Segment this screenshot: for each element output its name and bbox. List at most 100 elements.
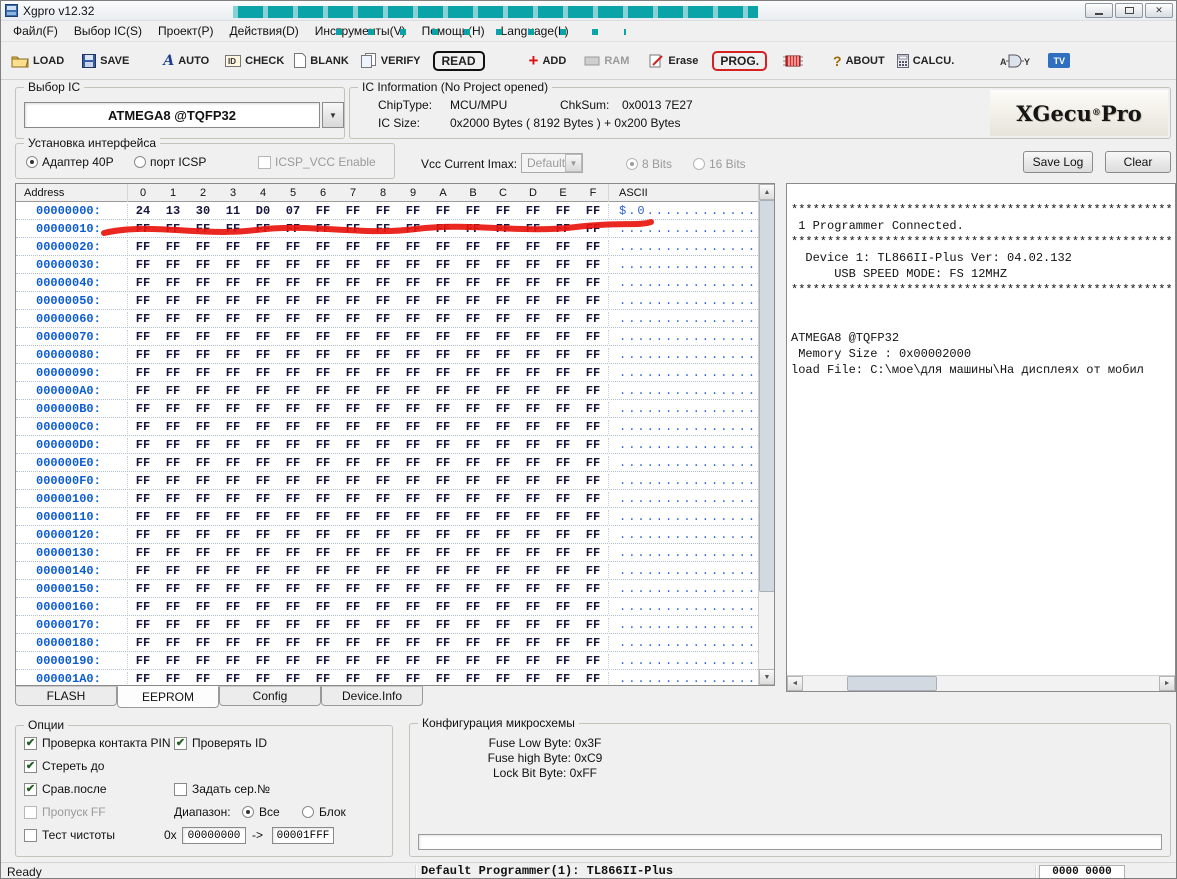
- tv-mode-button[interactable]: TV: [1048, 53, 1070, 68]
- hex-byte[interactable]: FF: [128, 636, 158, 650]
- hex-byte[interactable]: FF: [248, 348, 278, 362]
- hex-byte[interactable]: FF: [308, 258, 338, 272]
- hex-byte[interactable]: FF: [218, 672, 248, 686]
- hex-byte[interactable]: FF: [278, 528, 308, 542]
- hex-byte[interactable]: FF: [578, 402, 608, 416]
- adapter-40p-radio[interactable]: Адаптер 40P: [26, 155, 114, 169]
- hex-byte[interactable]: FF: [128, 672, 158, 686]
- hex-byte[interactable]: FF: [308, 204, 338, 218]
- menu-actions[interactable]: Действия(D): [222, 21, 307, 41]
- hex-byte[interactable]: FF: [278, 564, 308, 578]
- hex-byte[interactable]: FF: [398, 240, 428, 254]
- hex-byte[interactable]: FF: [428, 438, 458, 452]
- hex-byte[interactable]: FF: [398, 366, 428, 380]
- hex-byte[interactable]: FF: [308, 348, 338, 362]
- hex-byte[interactable]: FF: [518, 204, 548, 218]
- hex-byte[interactable]: FF: [488, 312, 518, 326]
- hex-byte[interactable]: 24: [128, 204, 158, 218]
- hex-byte[interactable]: FF: [248, 474, 278, 488]
- hex-ascii[interactable]: ................: [608, 456, 758, 470]
- hex-byte[interactable]: FF: [128, 618, 158, 632]
- hex-byte[interactable]: FF: [548, 330, 578, 344]
- hex-byte[interactable]: FF: [458, 420, 488, 434]
- hex-byte[interactable]: FF: [368, 330, 398, 344]
- hex-byte[interactable]: FF: [578, 654, 608, 668]
- maximize-button[interactable]: [1115, 3, 1143, 18]
- hex-byte[interactable]: FF: [368, 600, 398, 614]
- hex-byte[interactable]: FF: [548, 402, 578, 416]
- hex-byte[interactable]: FF: [128, 600, 158, 614]
- hex-byte[interactable]: FF: [338, 510, 368, 524]
- hex-byte[interactable]: FF: [458, 618, 488, 632]
- hex-byte[interactable]: FF: [218, 330, 248, 344]
- range-to-input[interactable]: [272, 827, 334, 844]
- hex-byte[interactable]: FF: [458, 492, 488, 506]
- hex-byte[interactable]: FF: [368, 636, 398, 650]
- hex-byte[interactable]: FF: [278, 420, 308, 434]
- hex-byte[interactable]: FF: [338, 384, 368, 398]
- hex-byte[interactable]: FF: [368, 420, 398, 434]
- hex-byte[interactable]: FF: [188, 564, 218, 578]
- hex-byte[interactable]: FF: [578, 510, 608, 524]
- hex-byte[interactable]: FF: [548, 636, 578, 650]
- hex-byte[interactable]: FF: [308, 222, 338, 236]
- hex-byte[interactable]: FF: [578, 546, 608, 560]
- hex-byte[interactable]: FF: [338, 654, 368, 668]
- hex-byte[interactable]: FF: [308, 402, 338, 416]
- hex-byte[interactable]: FF: [158, 546, 188, 560]
- hex-byte[interactable]: FF: [338, 258, 368, 272]
- hex-byte[interactable]: FF: [578, 366, 608, 380]
- hex-byte[interactable]: FF: [368, 384, 398, 398]
- tab-flash[interactable]: FLASH: [15, 686, 117, 706]
- hex-byte[interactable]: FF: [488, 402, 518, 416]
- hex-byte[interactable]: FF: [128, 240, 158, 254]
- hex-byte[interactable]: FF: [278, 510, 308, 524]
- hex-byte[interactable]: FF: [518, 294, 548, 308]
- hex-byte[interactable]: FF: [248, 456, 278, 470]
- hex-byte[interactable]: FF: [458, 456, 488, 470]
- hex-byte[interactable]: FF: [578, 672, 608, 686]
- hex-byte[interactable]: FF: [458, 582, 488, 596]
- prog-button[interactable]: PROG.: [712, 51, 767, 71]
- hex-byte[interactable]: FF: [218, 474, 248, 488]
- hex-byte[interactable]: FF: [158, 672, 188, 686]
- hex-byte[interactable]: FF: [128, 582, 158, 596]
- hex-byte[interactable]: FF: [518, 240, 548, 254]
- ic-test-button[interactable]: [783, 54, 803, 68]
- hex-byte[interactable]: FF: [368, 672, 398, 686]
- hex-byte[interactable]: FF: [338, 600, 368, 614]
- auto-button[interactable]: A AUTO: [163, 53, 209, 69]
- hex-byte[interactable]: FF: [488, 438, 518, 452]
- hex-byte[interactable]: FF: [398, 654, 428, 668]
- hex-byte[interactable]: FF: [548, 276, 578, 290]
- hex-byte[interactable]: FF: [548, 438, 578, 452]
- compare-after-checkbox[interactable]: ✔ Срав.после: [24, 782, 107, 796]
- hex-byte[interactable]: FF: [218, 294, 248, 308]
- hex-byte[interactable]: FF: [248, 294, 278, 308]
- hex-byte[interactable]: FF: [218, 276, 248, 290]
- scroll-up-button[interactable]: ▲: [759, 184, 775, 200]
- hex-byte[interactable]: FF: [308, 456, 338, 470]
- hex-byte[interactable]: FF: [188, 546, 218, 560]
- hex-byte[interactable]: FF: [188, 348, 218, 362]
- hex-byte[interactable]: FF: [578, 438, 608, 452]
- hex-ascii[interactable]: ................: [608, 636, 758, 650]
- hex-byte[interactable]: FF: [128, 420, 158, 434]
- hex-byte[interactable]: FF: [248, 528, 278, 542]
- hex-byte[interactable]: FF: [338, 546, 368, 560]
- hex-byte[interactable]: FF: [458, 546, 488, 560]
- hex-byte[interactable]: FF: [278, 618, 308, 632]
- hex-byte[interactable]: FF: [578, 204, 608, 218]
- hex-byte[interactable]: FF: [128, 456, 158, 470]
- hex-byte[interactable]: FF: [278, 654, 308, 668]
- hex-byte[interactable]: FF: [308, 636, 338, 650]
- hex-byte[interactable]: FF: [548, 654, 578, 668]
- hex-byte[interactable]: FF: [458, 636, 488, 650]
- hex-byte[interactable]: FF: [128, 402, 158, 416]
- hex-ascii[interactable]: ................: [608, 312, 758, 326]
- pin-check-checkbox[interactable]: ✔ Проверка контакта PIN: [24, 736, 171, 750]
- hex-byte[interactable]: FF: [578, 330, 608, 344]
- hex-byte[interactable]: FF: [188, 402, 218, 416]
- hex-byte[interactable]: FF: [548, 492, 578, 506]
- hex-byte[interactable]: FF: [368, 546, 398, 560]
